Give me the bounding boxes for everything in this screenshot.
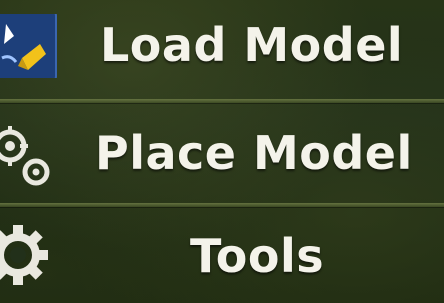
load-model-icon <box>0 14 57 78</box>
menu-divider <box>0 203 444 207</box>
menu-item-label: Tools <box>190 229 325 283</box>
gear-icon <box>0 225 48 285</box>
menu-item-place-model[interactable]: Place Model <box>0 104 444 202</box>
menu-item-label: Load Model <box>100 18 404 72</box>
menu-divider <box>0 99 444 103</box>
menu-item-tools[interactable]: Tools <box>0 209 444 303</box>
menu-item-load-model[interactable]: Load Model <box>0 0 444 98</box>
place-model-icon <box>0 126 50 186</box>
model-menu: Load Model Place Model Tools <box>0 0 444 303</box>
menu-item-label: Place Model <box>95 126 413 180</box>
